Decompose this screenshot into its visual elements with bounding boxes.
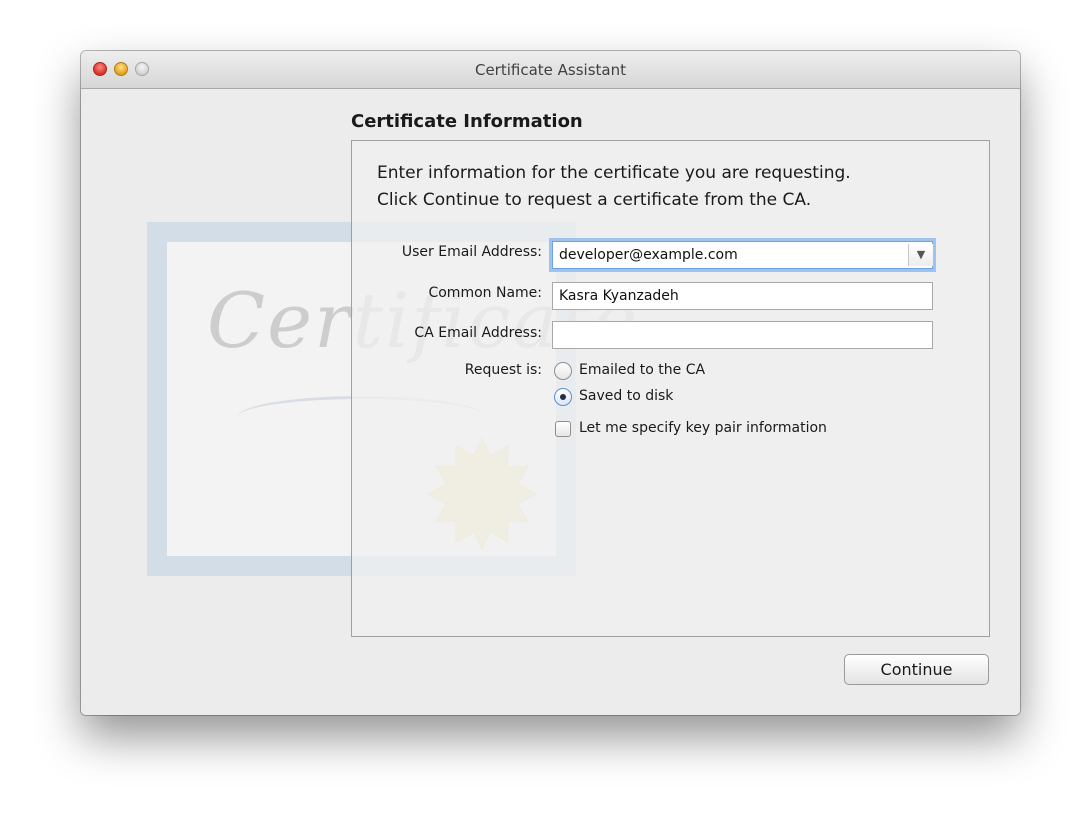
instructions-line-2: Click Continue to request a certificate … [377,190,812,210]
window-title: Certificate Assistant [474,61,627,79]
user-email-dropdown-arrow-icon[interactable]: ▼ [908,244,933,266]
instructions-line-1: Enter information for the certificate yo… [377,163,851,183]
user-email-label: User Email Address: [401,244,542,260]
ca-email-field[interactable] [552,321,933,349]
emailed-to-ca-label[interactable]: Emailed to the CA [579,362,705,378]
key-pair-label[interactable]: Let me specify key pair information [579,420,827,436]
instructions-text: Enter information for the certificate yo… [377,160,977,214]
selected-dot-icon [560,394,566,400]
emailed-to-ca-radio[interactable] [554,362,572,380]
title-bar[interactable]: Certificate Assistant [81,51,1020,89]
request-is-label: Request is: [464,362,542,378]
saved-to-disk-label[interactable]: Saved to disk [579,388,673,404]
certificate-assistant-window: Certificate Assistant Certificate Certif… [81,51,1020,715]
common-name-field[interactable] [552,282,933,310]
continue-button[interactable]: Continue [844,654,989,685]
section-title: Certificate Information [351,111,583,132]
saved-to-disk-radio[interactable] [554,388,572,406]
window-content: Certificate Certificate Information Ente… [81,89,1020,715]
user-email-combobox[interactable] [552,241,933,269]
common-name-label: Common Name: [428,285,542,301]
key-pair-checkbox[interactable] [555,421,571,437]
certificate-info-panel: Enter information for the certificate yo… [351,140,990,637]
ca-email-label: CA Email Address: [414,325,542,341]
desktop: Certificate Assistant Certificate Certif… [0,0,1080,817]
